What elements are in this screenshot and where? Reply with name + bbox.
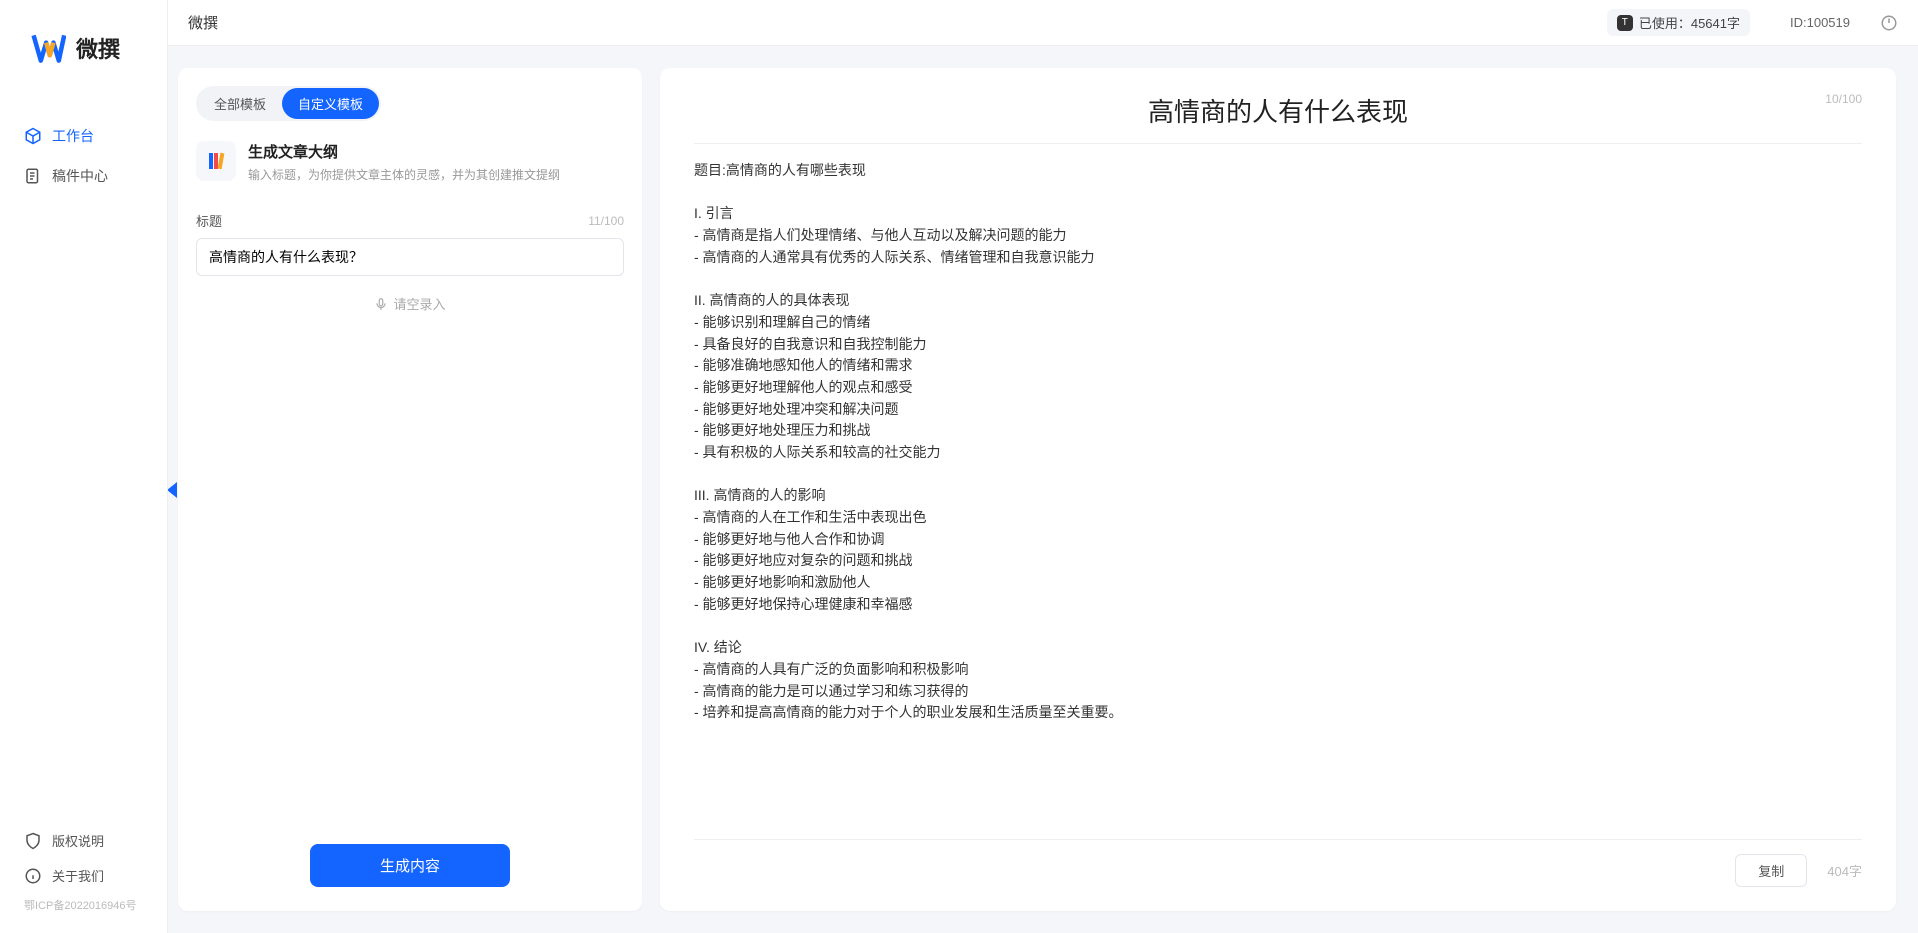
voice-input-button[interactable]: 请空录入 — [196, 294, 624, 313]
power-icon[interactable] — [1880, 14, 1898, 32]
template-books-icon — [196, 141, 236, 181]
voice-input-label: 请空录入 — [393, 294, 445, 313]
template-title: 生成文章大纲 — [248, 141, 560, 162]
output-title-row: 高情商的人有什么表现 10/100 — [694, 92, 1862, 129]
collapse-handle-icon[interactable] — [168, 480, 179, 500]
divider-line — [694, 143, 1862, 144]
template-desc: 输入标题，为你提供文章主体的灵感，并为其创建推文提纲 — [248, 166, 560, 183]
title-input[interactable] — [196, 238, 624, 276]
info-icon — [24, 867, 42, 885]
generate-button[interactable]: 生成内容 — [310, 844, 510, 887]
tab-all-templates[interactable]: 全部模板 — [198, 88, 282, 119]
nav-item-label: 版权说明 — [52, 831, 104, 850]
copy-button[interactable]: 复制 — [1735, 854, 1807, 887]
main-nav: 工作台 稿件中心 — [0, 86, 167, 813]
topbar: 微撰 T 已使用：45641字 ID:100519 — [168, 0, 1918, 46]
document-icon — [24, 167, 42, 185]
brand-name: 微撰 — [76, 32, 120, 64]
nav-item-label: 稿件中心 — [52, 166, 108, 186]
nav-item-drafts[interactable]: 稿件中心 — [0, 156, 167, 196]
nav-item-workbench[interactable]: 工作台 — [0, 116, 167, 156]
shield-icon — [24, 832, 42, 850]
content-row: 全部模板 自定义模板 生成文章大纲 输入标题，为你提供文章主体的灵感，并为其创建… — [168, 46, 1918, 933]
text-badge-icon: T — [1617, 15, 1633, 31]
main-area: 微撰 T 已使用：45641字 ID:100519 全部模板 自定义模板 — [168, 0, 1918, 933]
title-char-counter: 11/100 — [588, 214, 624, 228]
nav-item-copyright[interactable]: 版权说明 — [0, 823, 167, 858]
title-field-label: 标题 — [196, 211, 222, 230]
brand-logo-icon — [30, 30, 66, 66]
output-panel: 高情商的人有什么表现 10/100 题目:高情商的人有哪些表现 I. 引言 - … — [660, 68, 1896, 911]
brand-logo: 微撰 — [0, 0, 167, 86]
nav-item-about[interactable]: 关于我们 — [0, 858, 167, 893]
nav-item-label: 工作台 — [52, 126, 94, 146]
app-name: 微撰 — [188, 12, 218, 33]
output-body[interactable]: 题目:高情商的人有哪些表现 I. 引言 - 高情商是指人们处理情绪、与他人互动以… — [694, 160, 1862, 829]
user-id: ID:100519 — [1790, 15, 1850, 30]
selected-template: 生成文章大纲 输入标题，为你提供文章主体的灵感，并为其创建推文提纲 — [196, 141, 624, 183]
output-title[interactable]: 高情商的人有什么表现 — [1148, 92, 1408, 129]
usage-chip[interactable]: T 已使用：45641字 — [1607, 9, 1750, 36]
tab-custom-templates[interactable]: 自定义模板 — [282, 88, 379, 119]
usage-text: 已使用：45641字 — [1639, 13, 1740, 32]
mic-icon — [374, 297, 388, 311]
sidebar: 微撰 工作台 稿件中心 版权说明 关于我们 鄂ICP备2022016946号 — [0, 0, 168, 933]
cube-icon — [24, 127, 42, 145]
template-tabs: 全部模板 自定义模板 — [196, 86, 381, 121]
nav-item-label: 关于我们 — [52, 866, 104, 885]
output-title-counter: 10/100 — [1825, 92, 1862, 106]
sidebar-bottom: 版权说明 关于我们 鄂ICP备2022016946号 — [0, 813, 167, 933]
output-footer: 复制 404字 — [694, 839, 1862, 887]
title-field-header: 标题 11/100 — [196, 211, 624, 230]
config-panel: 全部模板 自定义模板 生成文章大纲 输入标题，为你提供文章主体的灵感，并为其创建… — [178, 68, 642, 911]
word-count: 404字 — [1827, 861, 1862, 880]
icp-label: 鄂ICP备2022016946号 — [0, 893, 167, 923]
